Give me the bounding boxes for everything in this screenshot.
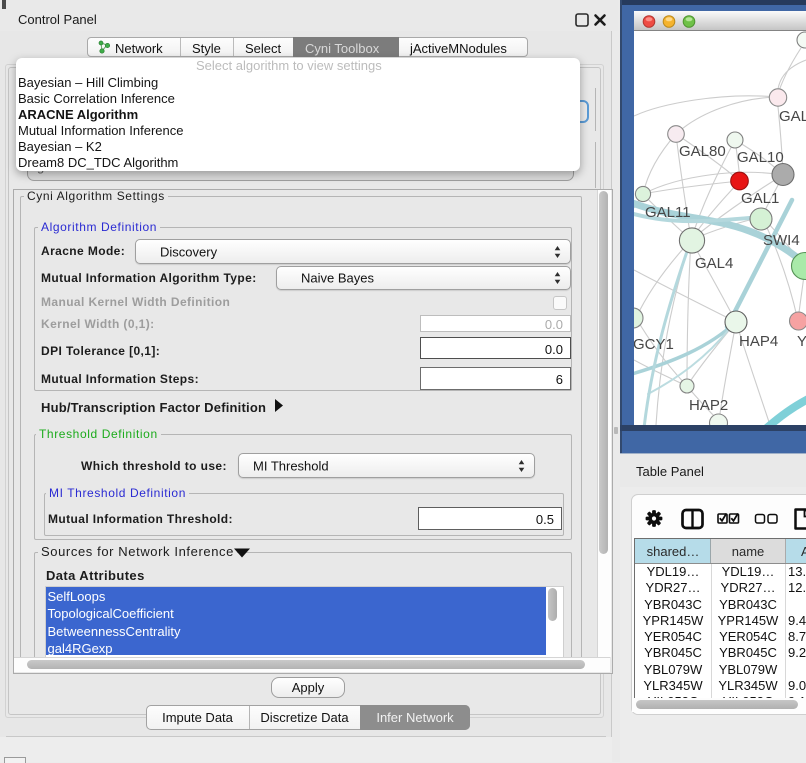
svg-text:GAL7: GAL7 (779, 108, 806, 125)
svg-text:HAP2: HAP2 (689, 397, 728, 414)
svg-text:Y: Y (797, 333, 806, 350)
svg-text:HAP4: HAP4 (739, 333, 778, 350)
svg-text:SWI4: SWI4 (763, 232, 800, 249)
svg-text:GAL10: GAL10 (737, 149, 784, 166)
svg-text:GCY1: GCY1 (634, 336, 674, 353)
svg-text:GAL80: GAL80 (679, 143, 726, 160)
svg-text:GAL4: GAL4 (695, 255, 733, 272)
svg-text:GAL1: GAL1 (741, 190, 779, 207)
svg-text:GAL11: GAL11 (645, 204, 691, 221)
